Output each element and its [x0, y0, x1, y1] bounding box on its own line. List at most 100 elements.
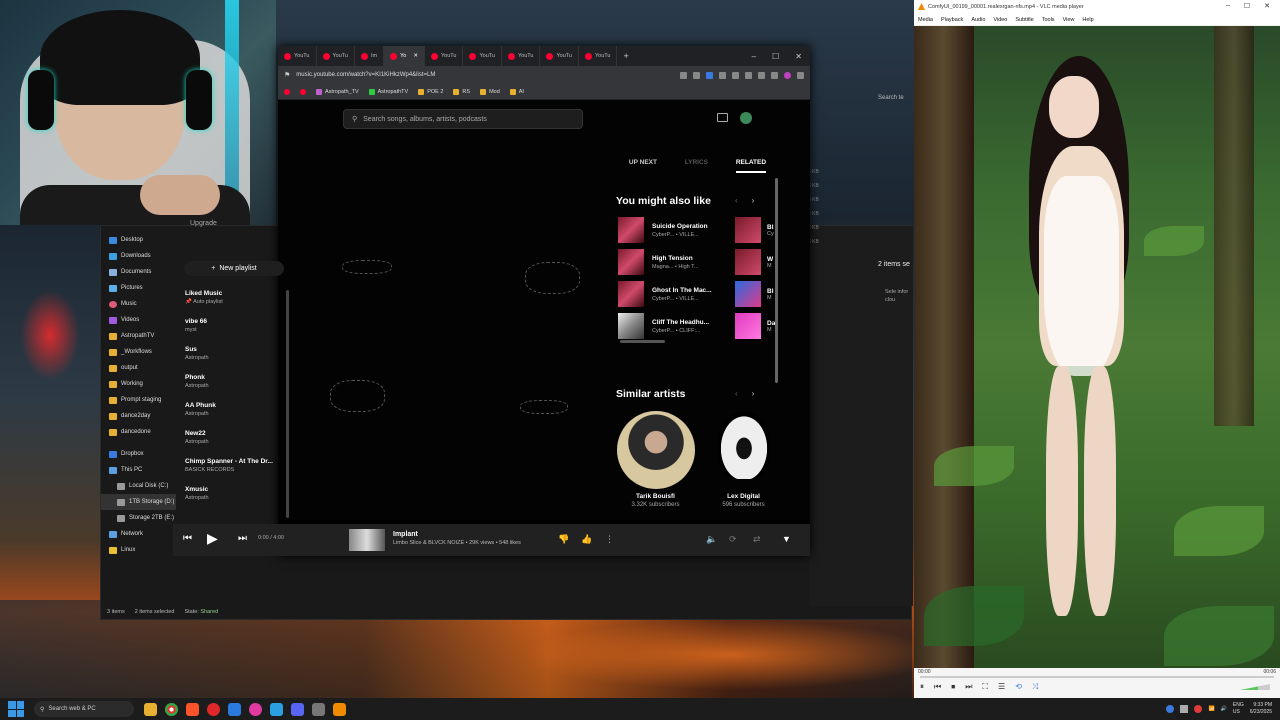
menu-tools[interactable]: Tools	[1042, 17, 1055, 23]
bookmark-astropath-tv[interactable]: Astropath_TV	[316, 88, 359, 95]
tab-related[interactable]: RELATED	[735, 155, 767, 173]
close-icon[interactable]: ✕	[795, 52, 802, 61]
youtube-icon[interactable]	[300, 88, 306, 95]
extension-icon[interactable]	[745, 71, 752, 79]
related-song[interactable]: Ghost In The Mac... CyberP... • VILLE...	[618, 280, 733, 308]
sidebar-playlist-liked-music[interactable]: Liked Music 📌 Auto playlist	[185, 290, 280, 305]
taskbar-search[interactable]: ⚲ Search web & PC	[34, 701, 134, 717]
browser-tab[interactable]: YouTu	[540, 46, 579, 66]
menu-playback[interactable]: Playback	[941, 17, 963, 23]
fullscreen-icon[interactable]: ⛶	[982, 682, 988, 692]
similar-artist-card[interactable]: Lex Digital 596 subscribers	[701, 411, 786, 508]
cast-icon[interactable]	[717, 113, 728, 122]
nav-item-astropathtv[interactable]: AstropathTV	[101, 328, 176, 344]
shuffle-icon[interactable]: ⇄	[753, 534, 761, 545]
dislike-icon[interactable]: 👎	[558, 534, 569, 545]
minimize-icon[interactable]: –	[752, 52, 756, 61]
extension-icon[interactable]	[706, 71, 713, 79]
extension-icon[interactable]	[771, 71, 778, 79]
app-icon[interactable]	[312, 702, 325, 716]
bookmark-ai[interactable]: AI	[509, 88, 524, 95]
related-scrollbar[interactable]	[775, 178, 778, 383]
menu-audio[interactable]: Audio	[971, 17, 985, 23]
related-song[interactable]: High Tension Magna... • High T...	[618, 248, 733, 276]
search-input[interactable]: ⚲ Search songs, albums, artists, podcast…	[343, 109, 583, 129]
windows-start-icon[interactable]	[8, 701, 24, 717]
nav-item-pictures[interactable]: Pictures	[101, 280, 176, 296]
maximize-icon[interactable]: ☐	[772, 52, 779, 61]
sidebar-playlist[interactable]: AA Phunk Astropath	[185, 402, 280, 417]
language-indicator[interactable]: ENG US	[1233, 702, 1244, 716]
browser-tab-active[interactable]: Yo ✕	[384, 46, 425, 66]
bookmark-poe2[interactable]: POE 2	[418, 88, 443, 95]
previous-icon[interactable]: ⏮	[934, 682, 941, 692]
explorer-search[interactable]: Search te	[878, 95, 904, 101]
like-icon[interactable]: 👍	[581, 534, 592, 545]
menu-view[interactable]: View	[1063, 17, 1075, 23]
related-song[interactable]: WM	[735, 248, 775, 276]
browser-tab[interactable]: YouTu	[502, 46, 541, 66]
telegram-icon[interactable]	[270, 702, 283, 716]
nav-item-prompt-staging[interactable]: Prompt staging	[101, 392, 176, 408]
nav-item-this-pc[interactable]: This PC	[101, 462, 176, 478]
chevron-right-icon[interactable]: ›	[752, 389, 755, 398]
nav-item-dance2day[interactable]: dance2day	[101, 408, 176, 424]
menu-video[interactable]: Video	[993, 17, 1007, 23]
more-options-icon[interactable]: ⋮	[605, 534, 614, 545]
youtube-icon[interactable]	[284, 88, 290, 95]
expand-player-icon[interactable]: ▼	[782, 534, 791, 544]
now-playing-thumbnail[interactable]	[349, 529, 385, 551]
sidebar-playlist[interactable]: Phonk Astropath	[185, 374, 280, 389]
nav-item-documents[interactable]: Documents	[101, 264, 176, 280]
menu-icon[interactable]	[797, 71, 804, 79]
playlist-icon[interactable]: ☰	[998, 682, 1005, 692]
bookmark-icon[interactable]: ⚑	[284, 71, 290, 79]
vlc-icon[interactable]	[333, 702, 346, 716]
next-icon[interactable]: ⏭	[238, 533, 247, 544]
browser-tab[interactable]: YouTu	[317, 46, 355, 66]
extension-icon[interactable]	[732, 71, 739, 79]
nav-item-linux[interactable]: Linux	[101, 542, 176, 558]
bookmark-astropathtv[interactable]: AstropathTV	[368, 88, 408, 95]
nav-item-working[interactable]: Working	[101, 376, 176, 392]
bookmark-mod[interactable]: Mod	[480, 88, 500, 95]
related-song[interactable]: Cliff The Headhu... CyberP... • CLIFF:...	[618, 312, 733, 340]
play-icon[interactable]: ▶	[207, 530, 218, 547]
related-song[interactable]: Suicide Operation CyberP... • VILLE...	[618, 216, 733, 244]
related-song[interactable]: Da M	[735, 312, 775, 340]
vlc-video-frame[interactable]	[914, 26, 1280, 668]
close-icon[interactable]: ✕	[1264, 2, 1270, 10]
discord-icon[interactable]	[291, 702, 304, 716]
browser-tab[interactable]: YouTu	[579, 46, 618, 66]
nav-item-network[interactable]: Network	[101, 526, 176, 542]
chevron-left-icon[interactable]: ‹	[735, 389, 738, 398]
nav-item-videos[interactable]: Videos	[101, 312, 176, 328]
sidebar-playlist[interactable]: Chimp Spanner - At The Dr... BASICK RECOR…	[185, 458, 280, 473]
nav-item-local-disk[interactable]: Local Disk (C:)	[101, 478, 176, 494]
stop-icon[interactable]: ⏹	[951, 682, 955, 692]
nav-item-1tb-storage[interactable]: 1TB Storage (D:)	[101, 494, 176, 510]
taskbar-clock[interactable]: 9:33 PM 6/23/2025	[1250, 702, 1272, 716]
menu-subtitle[interactable]: Subtitle	[1015, 17, 1033, 23]
vlc-seek-bar[interactable]	[920, 676, 1274, 678]
menu-help[interactable]: Help	[1082, 17, 1093, 23]
chevron-left-icon[interactable]: ‹	[735, 196, 738, 205]
sidebar-playlist[interactable]: Xmusic Astropath	[185, 486, 280, 501]
sidebar-playlist[interactable]: Sus Astropath	[185, 346, 280, 361]
browser-tab[interactable]: Im	[355, 46, 385, 66]
now-playing-title[interactable]: Implant	[393, 531, 418, 538]
previous-icon[interactable]: ⏮	[183, 533, 192, 544]
similar-artist-card[interactable]: Tarik Bouisfi 3.32K subscribers	[613, 411, 698, 508]
wifi-icon[interactable]: 📶	[1208, 706, 1214, 712]
vlc-volume-slider[interactable]	[1240, 684, 1270, 690]
new-tab-button[interactable]: +	[617, 51, 628, 61]
tray-icon[interactable]	[1166, 705, 1175, 713]
nav-item-dropbox[interactable]: Dropbox	[101, 446, 176, 462]
tray-icon[interactable]	[1194, 705, 1203, 713]
nav-item-2tb-storage[interactable]: Storage 2TB (E:)	[101, 510, 176, 526]
extension-icon[interactable]	[758, 71, 765, 79]
brave-icon[interactable]	[186, 702, 199, 716]
pause-icon[interactable]: ⏸	[920, 682, 924, 692]
related-song[interactable]: Bl Cy	[735, 216, 775, 244]
sidebar-playlist[interactable]: vibe 66 myst	[185, 318, 280, 333]
